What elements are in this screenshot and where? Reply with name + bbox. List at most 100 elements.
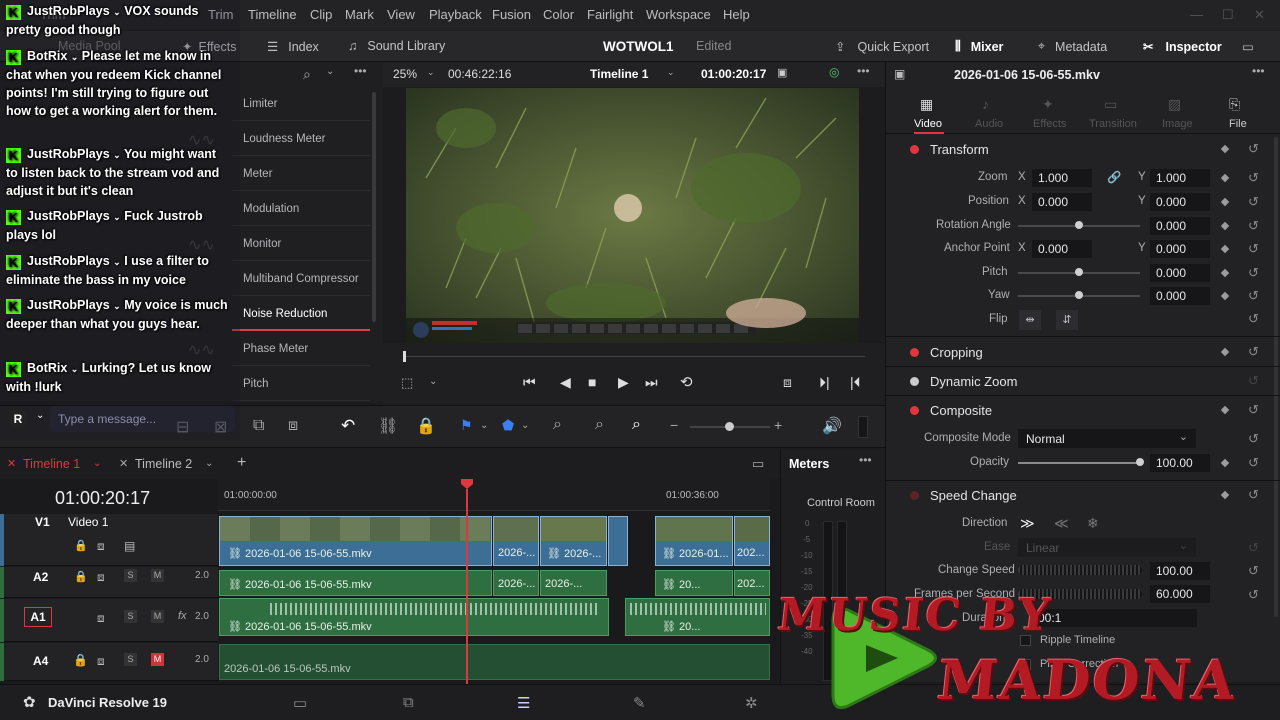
- search-icon[interactable]: ⌕: [303, 66, 311, 83]
- insert-clip-icon[interactable]: ⧉: [253, 417, 264, 435]
- zoom-y-field[interactable]: 1.000: [1150, 169, 1210, 187]
- ease-select[interactable]: Linear ⌄: [1018, 538, 1196, 557]
- track-id-a4[interactable]: A4: [33, 654, 48, 668]
- flag-icon[interactable]: ⚑: [460, 417, 473, 434]
- tab-audio[interactable]: Audio: [975, 118, 1003, 130]
- solo-button[interactable]: S: [124, 653, 137, 666]
- menu-item-color[interactable]: Color: [543, 7, 574, 22]
- track-name-v1[interactable]: Video 1: [68, 515, 108, 529]
- auto-select-icon[interactable]: ⧈: [97, 570, 105, 585]
- chevron-down-icon[interactable]: ⌄: [429, 376, 437, 387]
- menu-item-fusion[interactable]: Fusion: [492, 7, 531, 22]
- overwrite-clip-icon[interactable]: ⧈: [288, 417, 298, 435]
- match-frame-icon[interactable]: ⧈: [783, 374, 792, 391]
- sound-library-button[interactable]: ♫ Sound Library: [348, 39, 445, 53]
- menu-item-view[interactable]: View: [387, 7, 415, 22]
- reset-icon[interactable]: ↺: [1248, 265, 1259, 281]
- dynamic-zoom-toggle[interactable]: [910, 377, 919, 386]
- anchor-x-field[interactable]: 0.000: [1032, 240, 1092, 258]
- track-id-a2[interactable]: A2: [33, 570, 48, 584]
- jump-to-start-icon[interactable]: ⏮: [523, 374, 536, 391]
- reset-icon[interactable]: ↺: [1248, 373, 1259, 389]
- next-clip-icon[interactable]: ⏵|: [819, 374, 830, 391]
- chat-input[interactable]: Type a message...: [50, 406, 235, 432]
- effect-pitch[interactable]: Pitch: [232, 367, 370, 401]
- video-clip[interactable]: 2026-...: [493, 516, 539, 566]
- chevron-down-icon[interactable]: ⌄: [427, 67, 435, 78]
- transform-title[interactable]: Transform: [930, 142, 989, 157]
- menu-item-workspace[interactable]: Workspace: [646, 7, 711, 22]
- reset-icon[interactable]: ↺: [1248, 288, 1259, 304]
- audio-clip[interactable]: ⛓ 2026-01-06 15-06-55.mkv: [219, 598, 609, 636]
- dynamic-zoom-title[interactable]: Dynamic Zoom: [930, 374, 1017, 389]
- composite-enable-toggle[interactable]: [910, 406, 919, 415]
- cut-page-icon[interactable]: ⧉: [403, 694, 414, 711]
- mute-button[interactable]: M: [151, 569, 164, 582]
- reset-icon[interactable]: ↺: [1248, 540, 1259, 556]
- minimize-icon[interactable]: —: [1190, 7, 1203, 22]
- flip-horizontal-icon[interactable]: ⇹: [1019, 310, 1041, 330]
- track-fx-icon[interactable]: fx: [178, 610, 187, 622]
- tab-timeline-2[interactable]: Timeline 2: [135, 457, 192, 471]
- reset-icon[interactable]: ↺: [1248, 487, 1259, 503]
- chevron-down-icon[interactable]: ⌄: [521, 420, 529, 431]
- opacity-field[interactable]: 100.00: [1150, 454, 1210, 472]
- jump-to-end-icon[interactable]: ⏭: [645, 374, 658, 391]
- opacity-slider-knob[interactable]: [1136, 458, 1144, 466]
- reset-icon[interactable]: ↺: [1248, 170, 1259, 186]
- effects-scrollbar[interactable]: [372, 92, 376, 322]
- zoom-out-icon[interactable]: −: [670, 417, 678, 433]
- volume-icon[interactable]: 🔊: [822, 416, 842, 436]
- audio-clip[interactable]: 2026-...: [493, 570, 539, 596]
- reset-icon[interactable]: ↺: [1248, 241, 1259, 257]
- mixer-button[interactable]: ⫼ Mixer: [955, 39, 1003, 54]
- viewer-timeline-name[interactable]: Timeline 1: [590, 67, 648, 81]
- position-lock-icon[interactable]: 🔒: [416, 416, 436, 436]
- scrubber-track[interactable]: [403, 356, 865, 357]
- play-icon[interactable]: ▶: [618, 374, 629, 391]
- chevron-down-icon[interactable]: ⌄: [93, 458, 101, 469]
- pitch-slider-knob[interactable]: [1075, 268, 1083, 276]
- change-speed-slider[interactable]: [1018, 565, 1142, 575]
- opacity-slider[interactable]: [1018, 462, 1140, 464]
- audio-clip[interactable]: ⛓ 20...: [655, 570, 733, 596]
- playhead-line[interactable]: [466, 489, 468, 684]
- mute-button[interactable]: M: [151, 610, 164, 623]
- mute-button-active[interactable]: M: [151, 653, 164, 666]
- audio-clip[interactable]: 2026-...: [540, 570, 607, 596]
- cropping-enable-toggle[interactable]: [910, 348, 919, 357]
- menu-item-fairlight[interactable]: Fairlight: [587, 7, 633, 22]
- tab-timeline-1[interactable]: Timeline 1: [23, 457, 80, 471]
- viewer-options-icon[interactable]: ▣: [777, 66, 787, 79]
- reset-icon[interactable]: ↺: [1248, 455, 1259, 471]
- forward-direction-icon[interactable]: ≫: [1020, 515, 1035, 532]
- viewer-zoom[interactable]: 25%: [393, 67, 417, 81]
- effect-noise-reduction[interactable]: Noise Reduction: [232, 297, 370, 331]
- lock-icon[interactable]: 🔒: [74, 539, 88, 552]
- reset-icon[interactable]: ↺: [1248, 402, 1259, 418]
- transition-tab-icon[interactable]: ▭: [1104, 96, 1117, 113]
- video-tab-icon[interactable]: ▦: [920, 96, 933, 113]
- tab-effects[interactable]: Effects: [1033, 118, 1066, 130]
- chevron-down-icon[interactable]: ⌄: [205, 458, 213, 469]
- menu-item-playback[interactable]: Playback: [429, 7, 482, 22]
- index-button[interactable]: ☰ Index: [267, 39, 319, 55]
- metadata-button[interactable]: ⌖ Metadata: [1038, 39, 1107, 54]
- solo-button[interactable]: S: [124, 610, 137, 623]
- effect-meter[interactable]: Meter: [232, 157, 370, 191]
- lock-icon[interactable]: 🔒: [74, 570, 88, 583]
- effect-limiter[interactable]: Limiter: [232, 87, 370, 121]
- auto-select-icon[interactable]: ⧈: [97, 611, 105, 626]
- stop-icon[interactable]: ■: [588, 374, 596, 390]
- video-clip[interactable]: 202...: [734, 516, 770, 566]
- media-page-icon[interactable]: ▭: [293, 694, 307, 712]
- yaw-field[interactable]: 0.000: [1150, 287, 1210, 305]
- tab-video[interactable]: Video: [914, 118, 942, 130]
- zoom-in-icon[interactable]: +: [774, 417, 782, 433]
- quick-export-button[interactable]: ⇪ Quick Export: [835, 39, 929, 55]
- auto-select-icon[interactable]: ⧈: [97, 539, 105, 554]
- position-y-field[interactable]: 0.000: [1150, 193, 1210, 211]
- effects-tab-icon[interactable]: ✦: [1042, 96, 1054, 113]
- close-icon[interactable]: ✕: [1254, 7, 1265, 23]
- scrubber-playhead[interactable]: [403, 351, 406, 362]
